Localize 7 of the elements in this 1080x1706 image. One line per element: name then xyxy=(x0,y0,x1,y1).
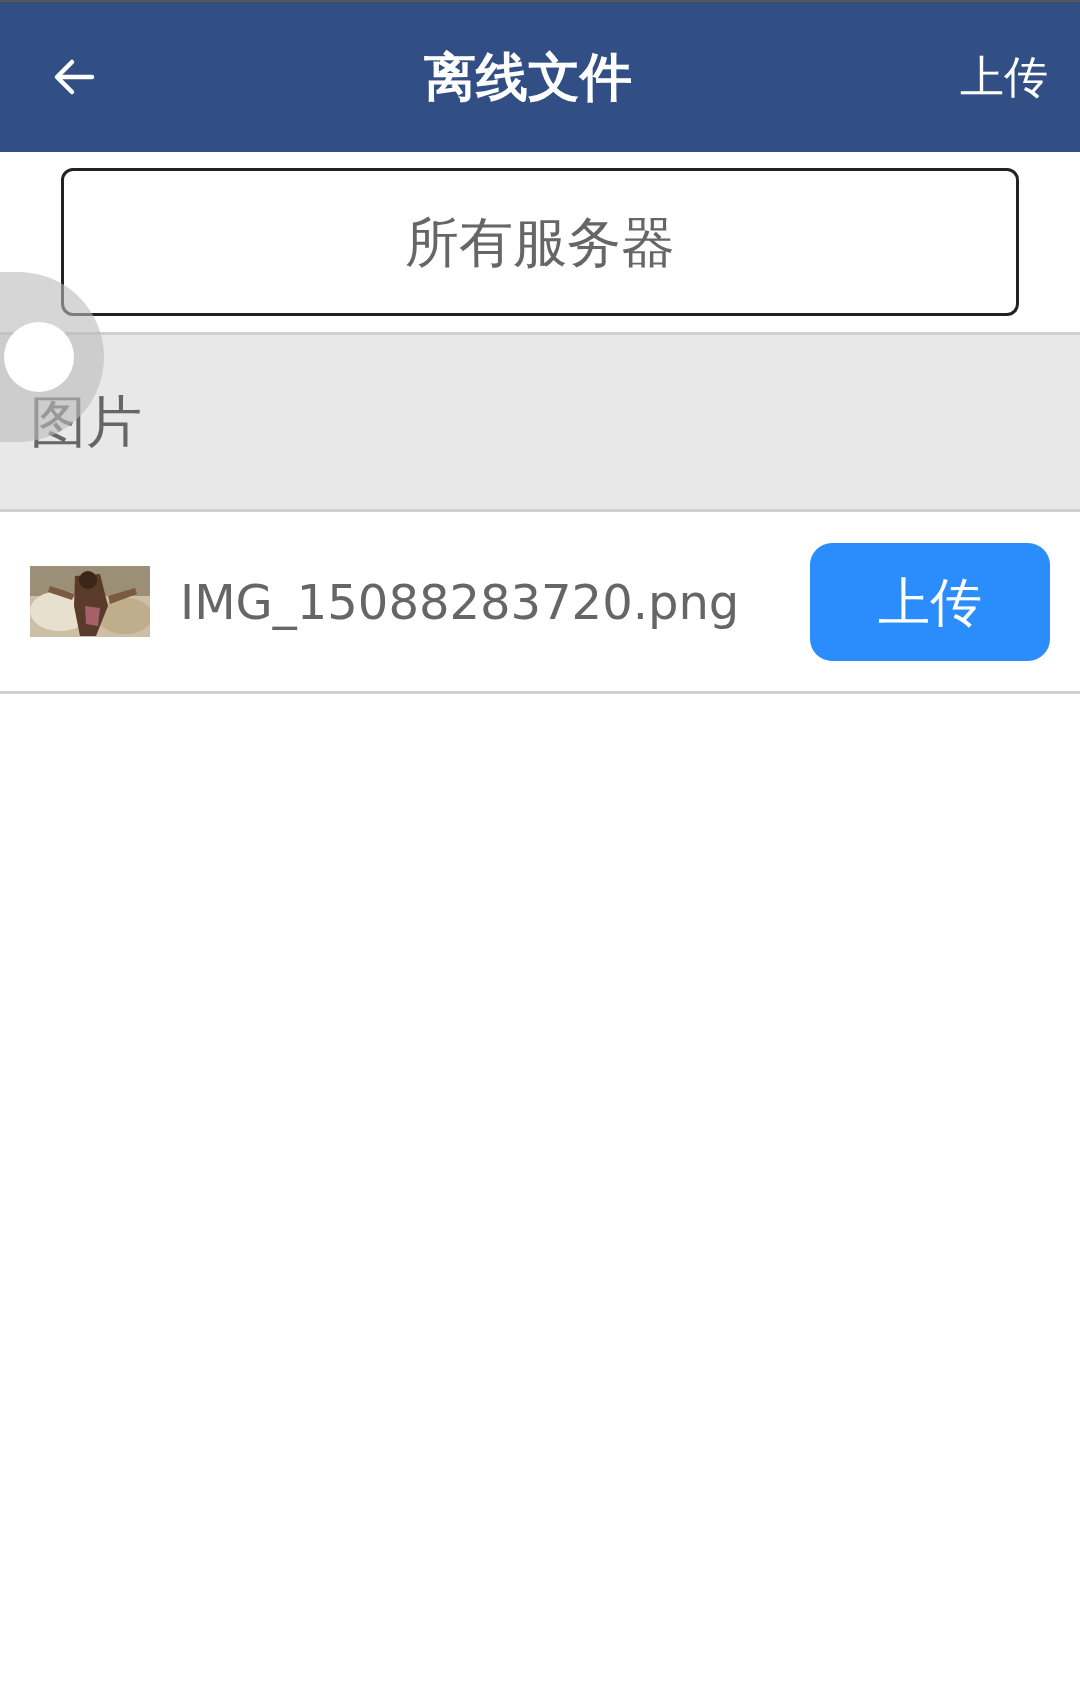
upload-link[interactable]: 上传 xyxy=(960,44,1048,110)
server-selector[interactable]: 所有服务器 xyxy=(61,168,1019,316)
section-title: 图片 xyxy=(30,388,142,456)
back-arrow-icon[interactable] xyxy=(52,57,96,97)
page-title: 离线文件 xyxy=(424,46,632,109)
file-name: IMG_15088283720.png xyxy=(180,572,741,632)
upload-button[interactable]: 上传 xyxy=(810,542,1050,661)
